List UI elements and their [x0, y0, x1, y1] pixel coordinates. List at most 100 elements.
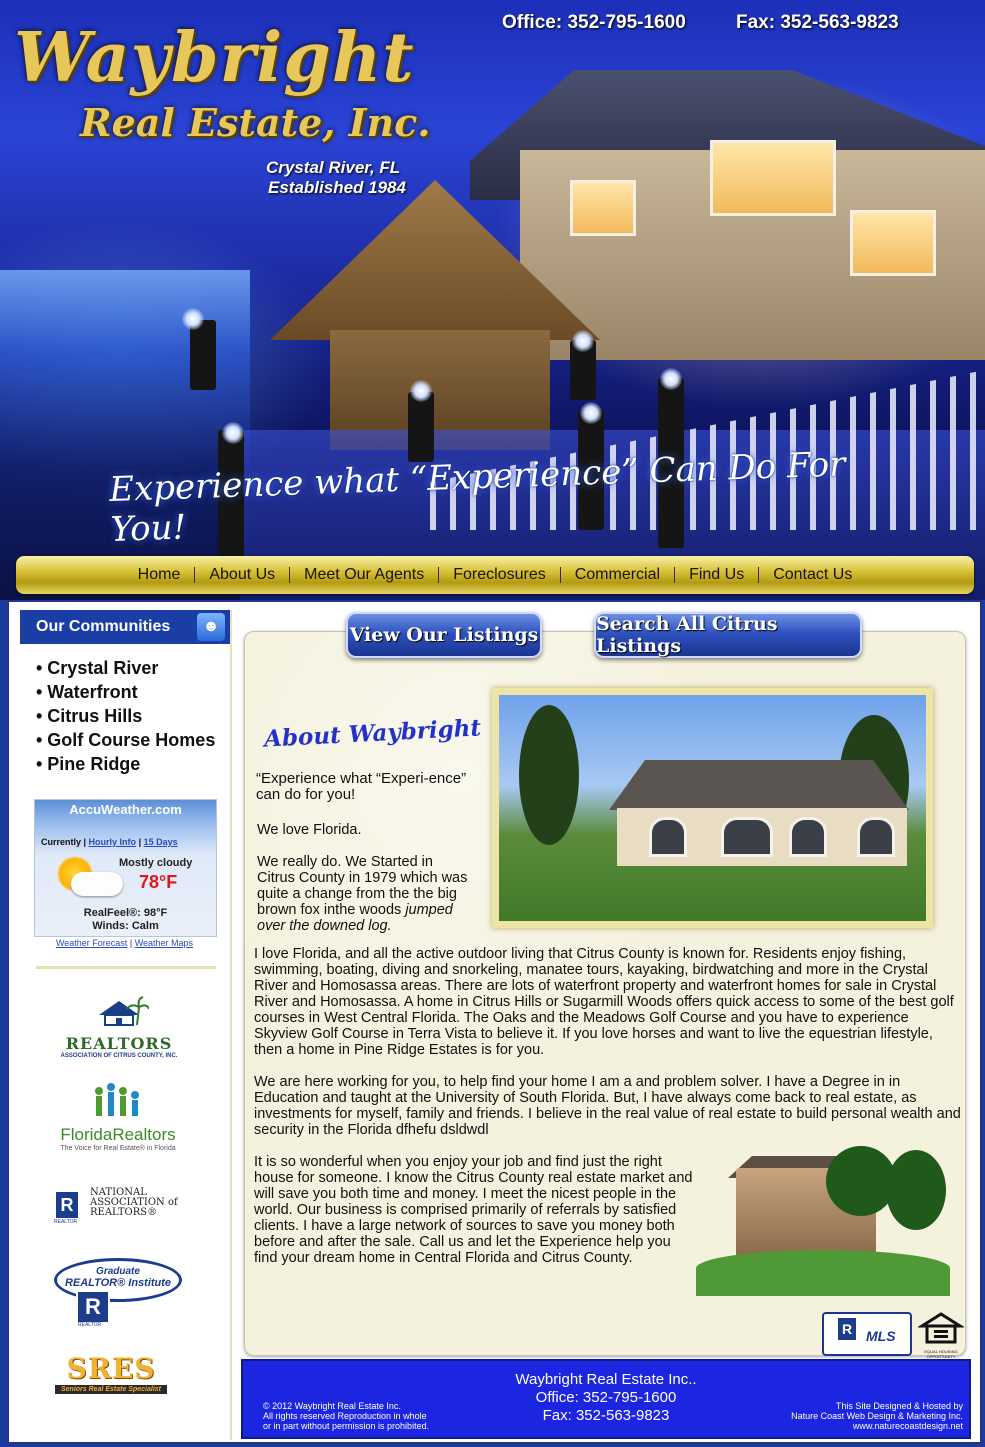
- about-quote: “Experience what “Experi-ence” can do fo…: [256, 770, 467, 803]
- cloud-icon: [71, 872, 123, 896]
- gri-line-2: REALTOR® Institute: [64, 1277, 172, 1289]
- community-citrus-hills[interactable]: • Citrus Hills: [36, 704, 215, 728]
- sres-logo-main: SRES: [66, 1352, 156, 1385]
- palm-tree-shape: [886, 1150, 946, 1230]
- house-window: [710, 140, 836, 216]
- community-crystal-river[interactable]: • Crystal River: [36, 656, 215, 680]
- house-window: [850, 210, 936, 276]
- lawn-shape: [696, 1250, 950, 1296]
- gri-realtor-label: REALTOR: [78, 1322, 102, 1328]
- nav-commercial[interactable]: Commercial: [561, 566, 674, 584]
- view-listings-button[interactable]: View Our Listings: [346, 612, 542, 658]
- weather-currently-label: Currently |: [41, 837, 87, 847]
- weather-links: Weather Forecast | Weather Maps: [34, 938, 215, 948]
- main-nav: Home About Us Meet Our Agents Foreclosur…: [16, 556, 974, 594]
- mls-r-icon: R: [838, 1318, 856, 1340]
- header-office-phone: Office: 352-795-1600: [502, 12, 686, 33]
- weather-forecast-link[interactable]: Weather Forecast: [56, 938, 127, 948]
- arched-window-shape: [649, 817, 687, 857]
- sidebar-divider: [36, 966, 216, 969]
- arched-window-shape: [789, 817, 827, 857]
- second-home-photo: [696, 1146, 950, 1296]
- weather-link-separator: |: [129, 938, 133, 948]
- featured-home-photo: [492, 688, 933, 928]
- florida-realtors-logo[interactable]: FloridaRealtors The Voice for Real Estat…: [52, 1082, 184, 1152]
- community-golf-course-homes[interactable]: • Golf Course Homes: [36, 728, 215, 752]
- nav-meet-our-agents[interactable]: Meet Our Agents: [290, 566, 438, 584]
- equal-housing-badge: EQUAL HOUSING OPPORTUNITY: [916, 1312, 966, 1359]
- about-love-florida: We love Florida.: [257, 822, 362, 838]
- footer-copyright-3: or in part without permission is prohibi…: [263, 1421, 430, 1431]
- house-image: [520, 140, 985, 360]
- house-roof-shape: [609, 760, 909, 810]
- weather-condition: Mostly cloudy: [119, 857, 193, 869]
- weather-widget[interactable]: AccuWeather.com Currently | Hourly Info …: [34, 799, 217, 937]
- search-citrus-listings-button[interactable]: Search All Citrus Listings: [594, 612, 862, 658]
- equal-housing-icon: [916, 1312, 966, 1344]
- realtors-logo-main: REALTORS: [65, 1034, 173, 1053]
- florida-realtors-main: FloridaRealtors: [60, 1125, 176, 1144]
- tree-shape: [519, 705, 579, 845]
- established-text: Established 1984: [268, 178, 406, 197]
- brand-logo: Waybright: [14, 18, 415, 98]
- footer-copyright-1: © 2012 Waybright Real Estate Inc.: [263, 1401, 401, 1411]
- sres-logo[interactable]: SRES Seniors Real Estate Specialist: [55, 1352, 167, 1394]
- nav-home[interactable]: Home: [124, 566, 195, 584]
- footer-designer: This Site Designed & Hosted by Nature Co…: [791, 1401, 963, 1431]
- header-fax: Fax: 352-563-9823: [736, 12, 899, 33]
- community-waterfront[interactable]: • Waterfront: [36, 680, 215, 704]
- weather-hourly-link[interactable]: Hourly Info: [89, 837, 137, 847]
- weather-brand: AccuWeather.com: [69, 802, 182, 817]
- weather-maps-link[interactable]: Weather Maps: [135, 938, 193, 948]
- gri-oval: Graduate REALTOR® Institute: [54, 1258, 182, 1302]
- footer-designer-2[interactable]: Nature Coast Web Design & Marketing Inc.: [791, 1411, 963, 1421]
- weather-temperature: 78°F: [139, 872, 178, 892]
- location-text: Crystal River, FL: [266, 158, 401, 177]
- lamp-light: [222, 422, 244, 444]
- communities-list: • Crystal River • Waterfront • Citrus Hi…: [36, 656, 215, 776]
- about-started: We really do. We Started in Citrus Count…: [257, 854, 473, 934]
- realtors-citrus-logo[interactable]: REALTORS ASSOCIATION OF CITRUS COUNTY, I…: [54, 995, 184, 1059]
- footer-designer-link[interactable]: www.naturecoastdesign.net: [791, 1421, 963, 1431]
- about-paragraph-2: We are here working for you, to help fin…: [254, 1074, 961, 1138]
- footer-copyright: © 2012 Waybright Real Estate Inc. All ri…: [263, 1401, 429, 1431]
- palm-tree-shape: [826, 1146, 896, 1216]
- lamp-light: [660, 368, 682, 390]
- lamp-light: [572, 330, 594, 352]
- lamp-post: [190, 320, 216, 390]
- footer-copyright-2: All rights reserved Reproduction in whol…: [263, 1411, 427, 1421]
- about-paragraph-1: I love Florida, and all the active outdo…: [254, 946, 954, 1058]
- realtors-logo-sub: ASSOCIATION OF CITRUS COUNTY, INC.: [60, 1053, 178, 1059]
- nar-line-3: REALTORS®: [90, 1207, 158, 1218]
- nar-text: NATIONAL ASSOCIATION of REALTORS®: [90, 1188, 178, 1218]
- house-palm-icon: [99, 996, 150, 1026]
- lamp-light: [580, 402, 602, 424]
- nav-about-us[interactable]: About Us: [195, 566, 289, 584]
- mls-label: MLS: [866, 1328, 896, 1344]
- arched-window-shape: [857, 817, 895, 857]
- weather-realfeel: RealFeel®: 98°F: [83, 907, 168, 919]
- lamp-light: [410, 380, 432, 402]
- footer-designer-1: This Site Designed & Hosted by: [835, 1401, 963, 1411]
- sres-logo-sub: Seniors Real Estate Specialist: [55, 1385, 167, 1394]
- mls-badge: R MLS: [822, 1312, 912, 1356]
- weather-15days-link[interactable]: 15 Days: [144, 837, 178, 847]
- gri-line-1: Graduate: [96, 1266, 140, 1277]
- people-icon: ☻: [197, 613, 225, 641]
- footer-company: Waybright Real Estate Inc..: [515, 1371, 697, 1388]
- nar-r-icon: R: [56, 1192, 78, 1218]
- nar-realtor-label: REALTOR: [54, 1219, 78, 1225]
- florida-realtors-sub: The Voice for Real Estate® in Florida: [60, 1145, 176, 1152]
- nav-contact-us[interactable]: Contact Us: [759, 566, 866, 584]
- lamp-light: [182, 308, 204, 330]
- nav-foreclosures[interactable]: Foreclosures: [439, 566, 559, 584]
- house-window: [570, 180, 636, 236]
- equal-housing-label: EQUAL HOUSING OPPORTUNITY: [924, 1349, 958, 1359]
- community-pine-ridge[interactable]: • Pine Ridge: [36, 752, 215, 776]
- weather-winds: Winds: Calm: [92, 920, 159, 932]
- weather-tabs: Currently | Hourly Info | 15 Days: [41, 837, 178, 847]
- about-paragraph-3: It is so wonderful when you enjoy your j…: [254, 1154, 693, 1266]
- nav-find-us[interactable]: Find Us: [675, 566, 758, 584]
- arched-window-shape: [721, 817, 773, 857]
- weather-tab-separator: |: [138, 837, 142, 847]
